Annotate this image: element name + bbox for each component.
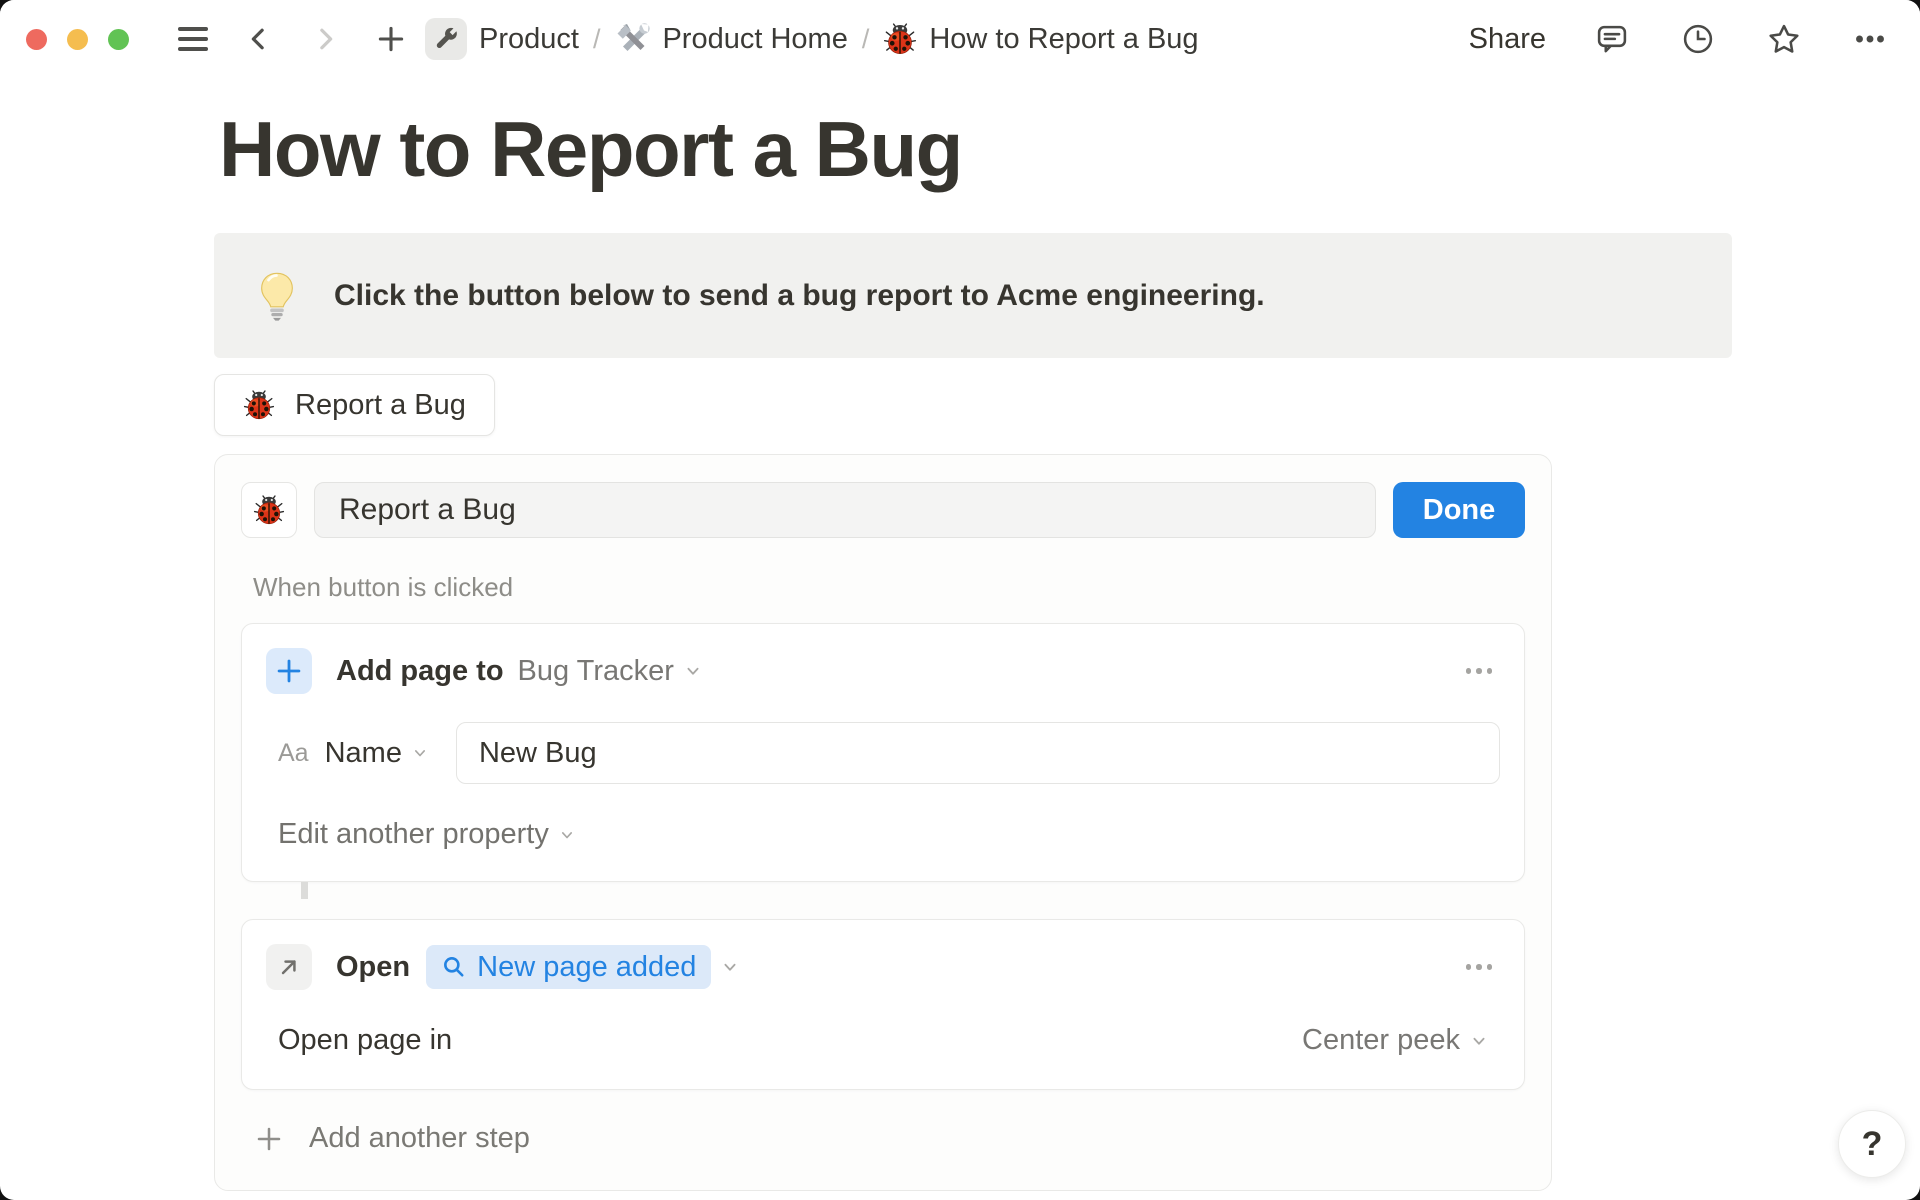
minimize-window-button[interactable] [67, 28, 88, 50]
edit-another-property-label: Edit another property [278, 818, 549, 850]
step-action-label: Open [336, 950, 411, 983]
search-icon [444, 957, 464, 977]
ladybug-icon [883, 22, 917, 56]
breadcrumb-item-product-home[interactable]: Product Home [614, 21, 848, 57]
breadcrumb-item-current-page[interactable]: How to Report a Bug [883, 22, 1199, 56]
open-mode-value: Center peek [1302, 1024, 1460, 1056]
comments-icon[interactable] [1592, 19, 1632, 59]
add-another-step-label: Add another step [309, 1122, 530, 1154]
step-connector-line [301, 882, 308, 899]
chevron-down-icon [1468, 1030, 1490, 1052]
chevron-down-icon [410, 743, 430, 763]
ladybug-icon [253, 495, 285, 525]
database-target-select[interactable]: Bug Tracker [518, 655, 674, 688]
step-action-label: Add page to [336, 654, 504, 687]
report-a-bug-button[interactable]: Report a Bug [214, 374, 495, 436]
new-page-plus-icon[interactable] [371, 19, 411, 59]
step-card-add-page: Add page to Bug Tracker Aa Name New Bug … [241, 623, 1525, 882]
hammer-wrench-icon [614, 21, 651, 57]
favorite-star-icon[interactable] [1764, 19, 1804, 59]
open-target-chip-label: New page added [477, 950, 697, 983]
text-property-type-icon: Aa [278, 738, 309, 767]
wrench-icon [425, 18, 467, 60]
breadcrumb-separator: / [592, 23, 601, 54]
property-value-input[interactable] [455, 722, 1500, 784]
ladybug-icon [243, 389, 275, 421]
sidebar-menu-icon[interactable] [173, 19, 213, 59]
zoom-window-button[interactable] [108, 28, 129, 50]
window-controls [26, 28, 129, 50]
breadcrumb-label: How to Report a Bug [929, 22, 1199, 55]
callout-text: Click the button below to send a bug rep… [334, 278, 1265, 312]
close-window-button[interactable] [26, 28, 47, 50]
property-name-select[interactable]: Name [325, 737, 402, 770]
callout: Click the button below to send a bug rep… [214, 233, 1732, 358]
add-page-plus-icon [266, 648, 312, 694]
button-name-input[interactable] [314, 482, 1376, 538]
step-options-ellipsis-icon[interactable] [1465, 964, 1492, 970]
report-a-bug-button-label: Report a Bug [295, 388, 466, 421]
forward-chevron-icon[interactable] [305, 19, 345, 59]
step-options-ellipsis-icon[interactable] [1465, 668, 1492, 674]
app-window: Product / Product Home / How to Report a… [0, 0, 1920, 1200]
breadcrumb-label: Product [479, 22, 579, 55]
more-ellipsis-icon[interactable] [1850, 19, 1890, 59]
step-card-open-page: Open New page added Open page in Center … [241, 919, 1525, 1090]
breadcrumb-item-product[interactable]: Product [425, 18, 579, 60]
help-button[interactable]: ? [1838, 1110, 1906, 1178]
chevron-down-icon [719, 956, 741, 978]
page-title: How to Report a Bug [219, 105, 963, 193]
edit-another-property-button[interactable]: Edit another property [278, 818, 1500, 851]
breadcrumb: Product / Product Home / How to Report a… [425, 18, 1199, 60]
question-mark-icon: ? [1861, 1124, 1883, 1163]
plus-icon [257, 1127, 281, 1150]
button-editor-panel: Done When button is clicked Add page to … [214, 454, 1552, 1191]
open-mode-select[interactable]: Center peek [1302, 1024, 1490, 1057]
add-another-step-button[interactable]: Add another step [253, 1122, 1525, 1155]
done-button[interactable]: Done [1393, 482, 1525, 538]
open-arrow-icon [266, 944, 312, 990]
button-icon-picker[interactable] [241, 482, 297, 538]
toolbar: Product / Product Home / How to Report a… [0, 0, 1920, 78]
share-button[interactable]: Share [1469, 23, 1546, 56]
open-target-chip[interactable]: New page added [426, 945, 712, 989]
open-page-in-label: Open page in [278, 1024, 453, 1056]
light-bulb-icon [256, 271, 298, 321]
trigger-label: When button is clicked [253, 572, 514, 602]
updates-clock-icon[interactable] [1678, 19, 1718, 59]
chevron-down-icon [557, 825, 577, 845]
breadcrumb-label: Product Home [662, 22, 848, 55]
back-chevron-icon[interactable] [239, 19, 279, 59]
chevron-down-icon [682, 660, 704, 682]
breadcrumb-separator: / [861, 23, 870, 54]
